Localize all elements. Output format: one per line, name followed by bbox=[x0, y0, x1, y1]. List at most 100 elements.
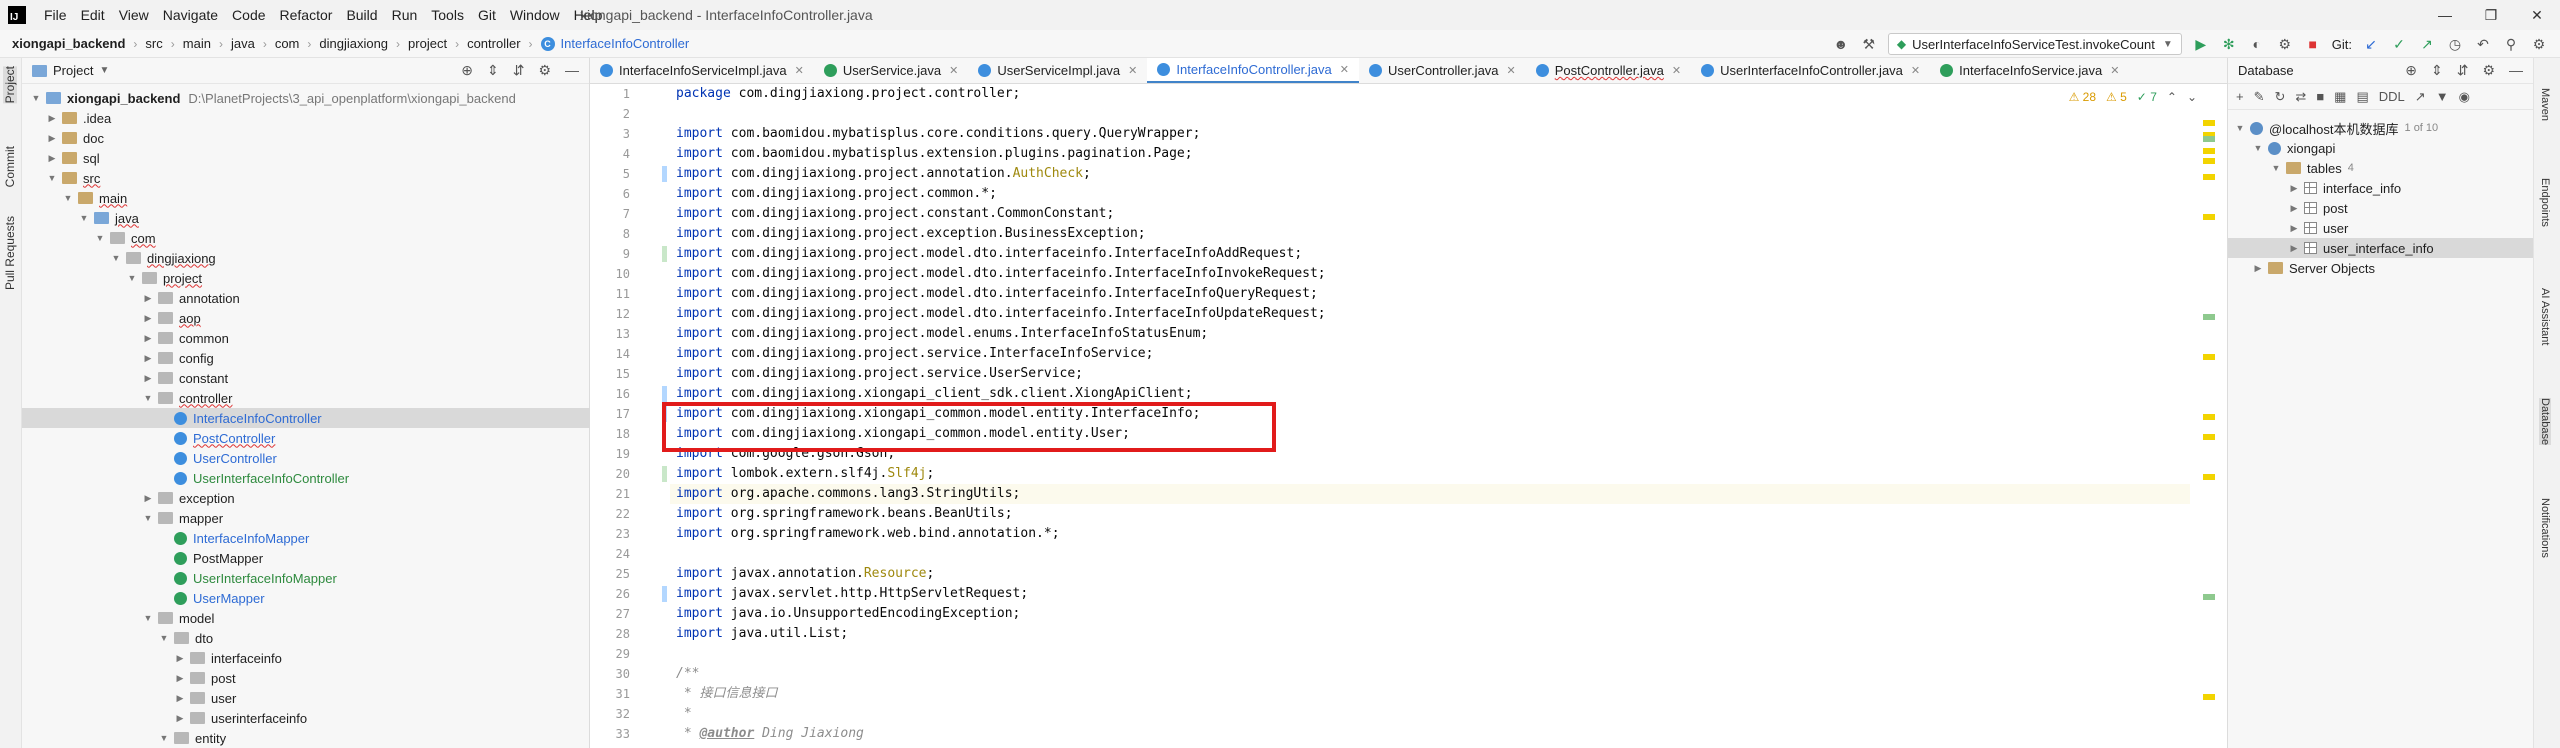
menu-item-tools[interactable]: Tools bbox=[431, 7, 464, 23]
tree-item[interactable]: PostMapper bbox=[22, 548, 590, 568]
stop-icon[interactable]: ■ bbox=[2304, 35, 2322, 53]
git-push-icon[interactable]: ↗ bbox=[2418, 35, 2436, 53]
chevron-right-icon[interactable]: ▶ bbox=[2288, 223, 2300, 234]
tree-item[interactable]: UserInterfaceInfoMapper bbox=[22, 568, 590, 588]
chevron-down-icon[interactable]: ▼ bbox=[2270, 163, 2282, 173]
chevron-down-icon[interactable]: ▼ bbox=[99, 65, 109, 76]
code-line[interactable]: import com.dingjiaxiong.project.model.dt… bbox=[676, 304, 1326, 324]
properties-icon[interactable]: ✎ bbox=[2254, 89, 2265, 105]
code-line[interactable]: import com.dingjiaxiong.project.model.en… bbox=[676, 324, 1208, 344]
minimize-icon[interactable]: — bbox=[2422, 0, 2468, 30]
breadcrumb-item[interactable]: main bbox=[183, 36, 211, 51]
expand-all-icon[interactable]: ⇕ bbox=[2431, 62, 2443, 79]
hide-icon[interactable]: — bbox=[2509, 62, 2523, 79]
chevron-right-icon[interactable]: ▶ bbox=[2288, 203, 2300, 214]
tree-item[interactable]: ▶ doc bbox=[22, 128, 590, 148]
ddl-button[interactable]: DDL bbox=[2379, 89, 2405, 104]
editor-tab[interactable]: PostController.java ✕ bbox=[1526, 58, 1691, 83]
menu-item-code[interactable]: Code bbox=[232, 7, 265, 23]
chevron-down-icon[interactable]: ▼ bbox=[46, 173, 58, 183]
editor-tab[interactable]: InterfaceInfoServiceImpl.java ✕ bbox=[590, 58, 814, 83]
tree-item[interactable]: ▶ aop bbox=[22, 308, 590, 328]
gear-icon[interactable]: ⚙ bbox=[538, 62, 551, 79]
add-datasource-icon[interactable]: + bbox=[2236, 89, 2244, 104]
refresh-icon[interactable]: ↻ bbox=[2275, 89, 2286, 105]
vcs-change-marker[interactable] bbox=[662, 466, 667, 482]
close-tab-icon[interactable]: ✕ bbox=[1672, 64, 1681, 77]
code-line[interactable]: import org.apache.commons.lang3.StringUt… bbox=[670, 484, 2190, 504]
filter-icon[interactable]: ▼ bbox=[2436, 89, 2449, 104]
git-update-icon[interactable]: ↙ bbox=[2362, 35, 2380, 53]
error-stripe-mark[interactable] bbox=[2203, 434, 2215, 440]
database-tree-item[interactable]: ▶ user bbox=[2228, 218, 2534, 238]
code-line[interactable]: import java.io.UnsupportedEncodingExcept… bbox=[676, 604, 1020, 624]
tree-item[interactable]: ▼ project bbox=[22, 268, 590, 288]
error-stripe-mark[interactable] bbox=[2203, 120, 2215, 126]
chevron-right-icon[interactable]: ▶ bbox=[142, 293, 154, 304]
expand-all-icon[interactable]: ⇕ bbox=[487, 62, 499, 79]
commit-tool-tab[interactable]: Commit bbox=[3, 146, 17, 187]
tree-item[interactable]: ▶ constant bbox=[22, 368, 590, 388]
database-tree-item[interactable]: ▼ @localhost本机数据库 1 of 10 bbox=[2228, 118, 2534, 138]
editor-tab[interactable]: InterfaceInfoService.java ✕ bbox=[1930, 58, 2129, 83]
chevron-right-icon[interactable]: ▶ bbox=[174, 653, 186, 664]
table-view-icon[interactable]: ▦ bbox=[2334, 89, 2346, 105]
database-tree-item[interactable]: ▶ post bbox=[2228, 198, 2534, 218]
tree-item[interactable]: ▶ annotation bbox=[22, 288, 590, 308]
tree-item[interactable]: ▼ dto bbox=[22, 628, 590, 648]
tree-item[interactable]: ▼ dingjiaxiong bbox=[22, 248, 590, 268]
error-stripe-mark[interactable] bbox=[2203, 474, 2215, 480]
error-stripe-mark[interactable] bbox=[2203, 414, 2215, 420]
close-tab-icon[interactable]: ✕ bbox=[1507, 64, 1516, 77]
view-options-icon[interactable]: ◉ bbox=[2459, 89, 2470, 105]
vcs-change-marker[interactable] bbox=[662, 246, 667, 262]
database-tool-tab[interactable]: Database bbox=[2539, 398, 2551, 446]
tree-item[interactable]: PostController bbox=[22, 428, 590, 448]
tree-item[interactable]: ▼ src bbox=[22, 168, 590, 188]
error-stripe-mark[interactable] bbox=[2203, 694, 2215, 700]
sync-icon[interactable]: ⇄ bbox=[2295, 89, 2306, 105]
tree-item[interactable]: ▼ xiongapi_backend D:\PlanetProjects\3_api… bbox=[22, 88, 590, 108]
error-stripe-mark[interactable] bbox=[2203, 354, 2215, 360]
code-line[interactable]: import org.springframework.web.bind.anno… bbox=[676, 524, 1060, 544]
tree-item[interactable]: ▼ entity bbox=[22, 728, 590, 748]
code-line[interactable]: import com.dingjiaxiong.project.model.dt… bbox=[676, 264, 1326, 284]
menu-item-run[interactable]: Run bbox=[392, 7, 418, 23]
chevron-down-icon[interactable]: ▼ bbox=[2252, 143, 2264, 153]
code-line[interactable]: import com.baomidou.mybatisplus.core.con… bbox=[676, 124, 1200, 144]
tree-item[interactable]: ▼ model bbox=[22, 608, 590, 628]
console-icon[interactable]: ▤ bbox=[2356, 89, 2368, 105]
history-icon[interactable]: ◷ bbox=[2446, 35, 2464, 53]
chevron-right-icon[interactable]: ▶ bbox=[46, 113, 58, 124]
tree-item[interactable]: ▶ post bbox=[22, 668, 590, 688]
chevron-right-icon[interactable]: ▶ bbox=[2288, 243, 2300, 254]
menu-item-build[interactable]: Build bbox=[346, 7, 377, 23]
code-line[interactable]: import javax.annotation.Resource; bbox=[676, 564, 934, 584]
code-line[interactable]: import com.dingjiaxiong.project.common.*… bbox=[676, 184, 997, 204]
project-tool-tab[interactable]: Project bbox=[3, 66, 17, 104]
debug-icon[interactable]: ✻ bbox=[2220, 35, 2238, 53]
breadcrumb-item[interactable]: controller bbox=[467, 36, 520, 51]
code-line[interactable]: import java.util.List; bbox=[676, 624, 848, 644]
hammer-icon[interactable]: ⚒ bbox=[1860, 35, 1878, 53]
search-icon[interactable]: ⚲ bbox=[2502, 35, 2520, 53]
restore-icon[interactable]: ❐ bbox=[2468, 0, 2514, 30]
chevron-right-icon[interactable]: ▶ bbox=[46, 133, 58, 144]
tree-item[interactable]: ▼ java bbox=[22, 208, 590, 228]
close-tab-icon[interactable]: ✕ bbox=[795, 64, 804, 77]
run-icon[interactable]: ▶ bbox=[2192, 35, 2210, 53]
pull-requests-tool-tab[interactable]: Pull Requests bbox=[3, 216, 17, 290]
tree-item[interactable]: InterfaceInfoController bbox=[22, 408, 590, 428]
chevron-right-icon[interactable]: ▶ bbox=[142, 373, 154, 384]
endpoints-tool-tab[interactable]: Endpoints bbox=[2539, 178, 2551, 227]
maven-tool-tab[interactable]: Maven bbox=[2539, 88, 2551, 121]
breadcrumb-current-file[interactable]: C InterfaceInfoController bbox=[540, 36, 689, 51]
rollback-icon[interactable]: ↶ bbox=[2474, 35, 2492, 53]
breadcrumb-item[interactable]: java bbox=[231, 36, 255, 51]
chevron-down-icon[interactable]: ▼ bbox=[158, 733, 170, 743]
chevron-right-icon[interactable]: ▶ bbox=[2252, 263, 2264, 274]
locate-icon[interactable]: ⊕ bbox=[461, 62, 473, 79]
chevron-right-icon[interactable]: ▶ bbox=[174, 693, 186, 704]
tree-item[interactable]: ▶ sql bbox=[22, 148, 590, 168]
chevron-down-icon[interactable]: ▼ bbox=[2234, 123, 2246, 133]
